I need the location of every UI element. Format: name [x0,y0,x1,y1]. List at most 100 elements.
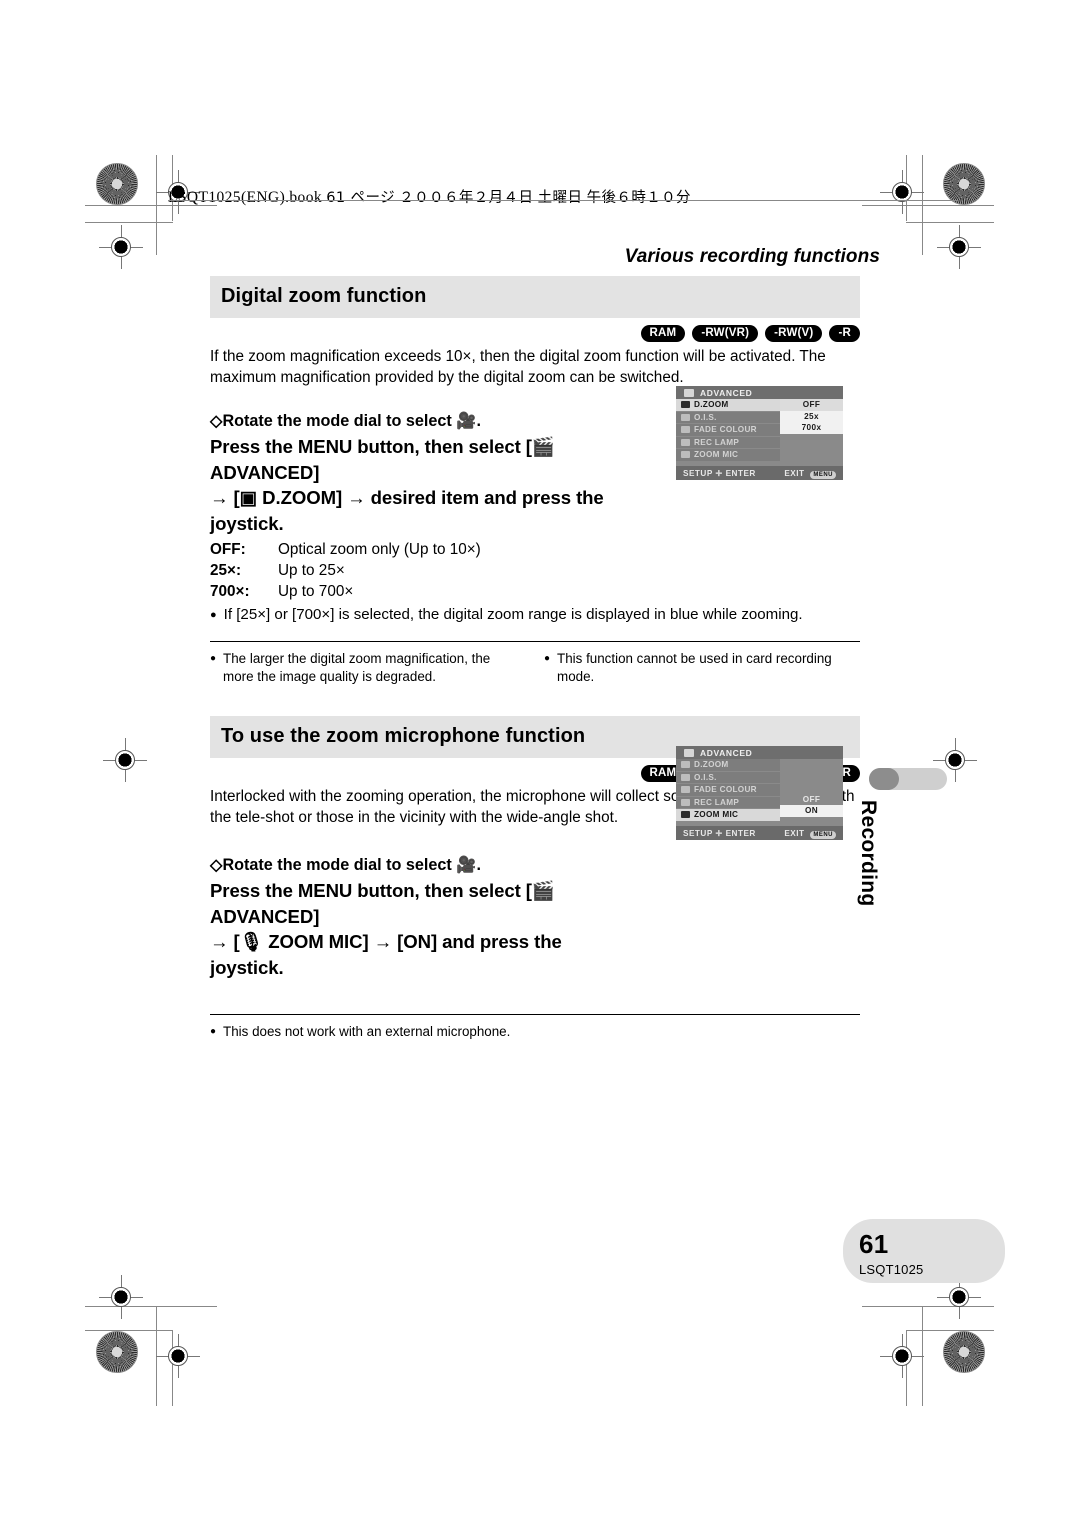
lcd-menu-screenshot-advanced-dzoom: ADVANCED D.ZOOM O.I.S. FADE COLOUR REC L… [676,386,843,480]
dial-instruction-2: ◇Rotate the mode dial to select 🎥. [210,856,481,874]
lcd-row-label: O.I.S. [694,772,717,782]
side-tab-indicator [869,768,947,790]
instruction-column-1: ◇Rotate the mode dial to select 🎥. Press… [210,410,622,602]
lcd-row-fade-colour[interactable]: FADE COLOUR [676,424,780,437]
notes-divider [210,641,860,642]
lcd-row-label: REC LAMP [694,797,740,807]
lcd-title-bar: ADVANCED [676,746,843,759]
manual-page: LSQT1025(ENG).book 61 ページ ２００６年２月４日 土曜日 … [0,0,1080,1528]
option-value-25x: Up to 25× [278,562,345,579]
lcd-footer-left: SETUP ✛ ENTER [683,468,756,478]
notes-column-right: ● This function cannot be used in card r… [544,650,856,686]
menu-step-line-1: Press the MENU button, then select [🎬 AD… [210,436,555,483]
lcd-footer-bar: SETUP ✛ ENTER EXIT MENU [676,466,843,480]
note-item: ● The larger the digital zoom magnificat… [210,650,522,686]
lcd-title-bar: ADVANCED [676,386,843,399]
print-header-line: LSQT1025(ENG).book 61 ページ ２００６年２月４日 土曜日 … [168,186,691,207]
print-header-page: 61 ページ [326,190,395,206]
dzoom-icon [681,761,690,769]
menu-step-line-3: joystick. [210,512,284,534]
joystick-icon: ✛ [715,469,726,478]
fade-colour-icon [681,786,690,794]
zoom-mic-icon [681,451,690,459]
lcd-row-label: D.ZOOM [694,400,729,410]
lcd-footer-exit: EXIT [784,468,805,478]
print-header-rule [168,200,958,201]
ois-icon [681,773,690,781]
running-head: Various recording functions [624,246,880,267]
print-header-date: ２００６年２月４日 [399,190,534,206]
lcd-menu-rows: D.ZOOM O.I.S. FADE COLOUR REC LAMP ZOOM … [676,399,780,462]
lcd-footer-menu-key: MENU [810,830,836,839]
lcd-row-label: REC LAMP [694,437,740,447]
lcd-row-zoom-mic[interactable]: ZOOM MIC [676,449,780,462]
bullet-dot-icon: ● [210,653,217,664]
lcd-value-spacer [780,770,843,782]
ois-icon [681,413,690,421]
side-tab-label-recording: Recording [857,800,880,907]
screenshot-column-2 [640,854,860,980]
lcd-value-700x[interactable]: 700x [780,422,843,434]
note-text: This does not work with an external micr… [223,1024,511,1039]
lcd-title-text: ADVANCED [700,387,753,398]
lcd-footer-right: EXIT MENU [784,828,836,839]
fade-colour-icon [681,426,690,434]
lcd-value-off[interactable]: OFF [780,793,843,805]
bullet-blue-zoom-range: ● If [25×] or [700×] is selected, the di… [210,605,860,625]
rec-lamp-icon [681,438,690,446]
option-value-off: Optical zoom only (Up to 10×) [278,541,481,558]
lcd-title-text: ADVANCED [700,747,753,758]
lcd-footer-setup: SETUP [683,469,713,478]
instruction-column-2: ◇Rotate the mode dial to select 🎥. Press… [210,854,622,980]
badge-rw-v: -RW(V) [765,325,823,342]
advanced-menu-icon [684,388,694,397]
lcd-row-label: ZOOM MIC [694,810,739,820]
badge-rw-vr: -RW(VR) [692,325,759,342]
lcd-row-ois[interactable]: O.I.S. [676,411,780,424]
lcd-row-dzoom[interactable]: D.ZOOM [676,759,780,772]
zoom-mic-icon [681,811,690,819]
lcd-row-ois[interactable]: O.I.S. [676,771,780,784]
option-row: 700×: Up to 700× [210,581,622,602]
advanced-menu-icon [684,748,694,757]
note-text: This function cannot be used in card rec… [557,651,832,684]
notes-zoom-mic: ● This does not work with an external mi… [210,1023,860,1041]
notes-digital-zoom: ● The larger the digital zoom magnificat… [210,650,860,686]
instruction-and-screenshot-row-2: ◇Rotate the mode dial to select 🎥. Press… [210,854,860,980]
intro-paragraph-digital-zoom: If the zoom magnification exceeds 10×, t… [210,348,826,386]
dial-instruction-1: ◇Rotate the mode dial to select 🎥. [210,412,481,430]
option-key-700x: 700×: [210,583,250,600]
lcd-row-label: ZOOM MIC [694,450,739,460]
dzoom-icon [681,401,690,409]
lcd-row-label: D.ZOOM [694,760,729,770]
lcd-row-rec-lamp[interactable]: REC LAMP [676,436,780,449]
lcd-menu-screenshot-advanced-zoommic: ADVANCED D.ZOOM O.I.S. FADE COLOUR REC L… [676,746,843,840]
side-tab-knob [869,768,899,790]
lcd-value-spacer [780,759,843,771]
menu-steps-2: Press the MENU button, then select [🎬 AD… [210,878,622,980]
bullet-dot-icon: ● [210,1026,217,1037]
option-key-25x: 25×: [210,562,242,579]
menu-step-line-2: → [🎙 ZOOM MIC] → [ON] and press the joys… [210,931,562,978]
lcd-value-spacer [780,782,843,794]
lcd-footer-enter: ENTER [725,469,756,478]
print-header-filename: LSQT1025(ENG).book [168,189,323,206]
lcd-footer-menu-key: MENU [810,470,836,479]
section-heading-digital-zoom: Digital zoom function [210,276,860,318]
option-row: 25×: Up to 25× [210,560,622,581]
lcd-row-fade-colour[interactable]: FADE COLOUR [676,784,780,797]
lcd-footer-exit: EXIT [784,828,805,838]
lcd-row-rec-lamp[interactable]: REC LAMP [676,796,780,809]
lcd-value-off[interactable]: OFF [780,399,843,411]
media-badges-digital-zoom: RAM -RW(VR) -RW(V) -R [210,325,860,342]
lcd-footer-right: EXIT MENU [784,468,836,479]
bullet-dot-icon: ● [210,609,217,621]
lcd-value-on[interactable]: ON [780,805,843,817]
lcd-row-dzoom[interactable]: D.ZOOM [676,399,780,412]
lcd-value-25x[interactable]: 25x [780,410,843,422]
option-row: OFF: Optical zoom only (Up to 10×) [210,539,622,560]
lcd-row-label: FADE COLOUR [694,785,757,795]
option-value-700x: Up to 700× [278,583,354,600]
badge-r: -R [829,325,860,342]
lcd-row-zoom-mic[interactable]: ZOOM MIC [676,809,780,822]
